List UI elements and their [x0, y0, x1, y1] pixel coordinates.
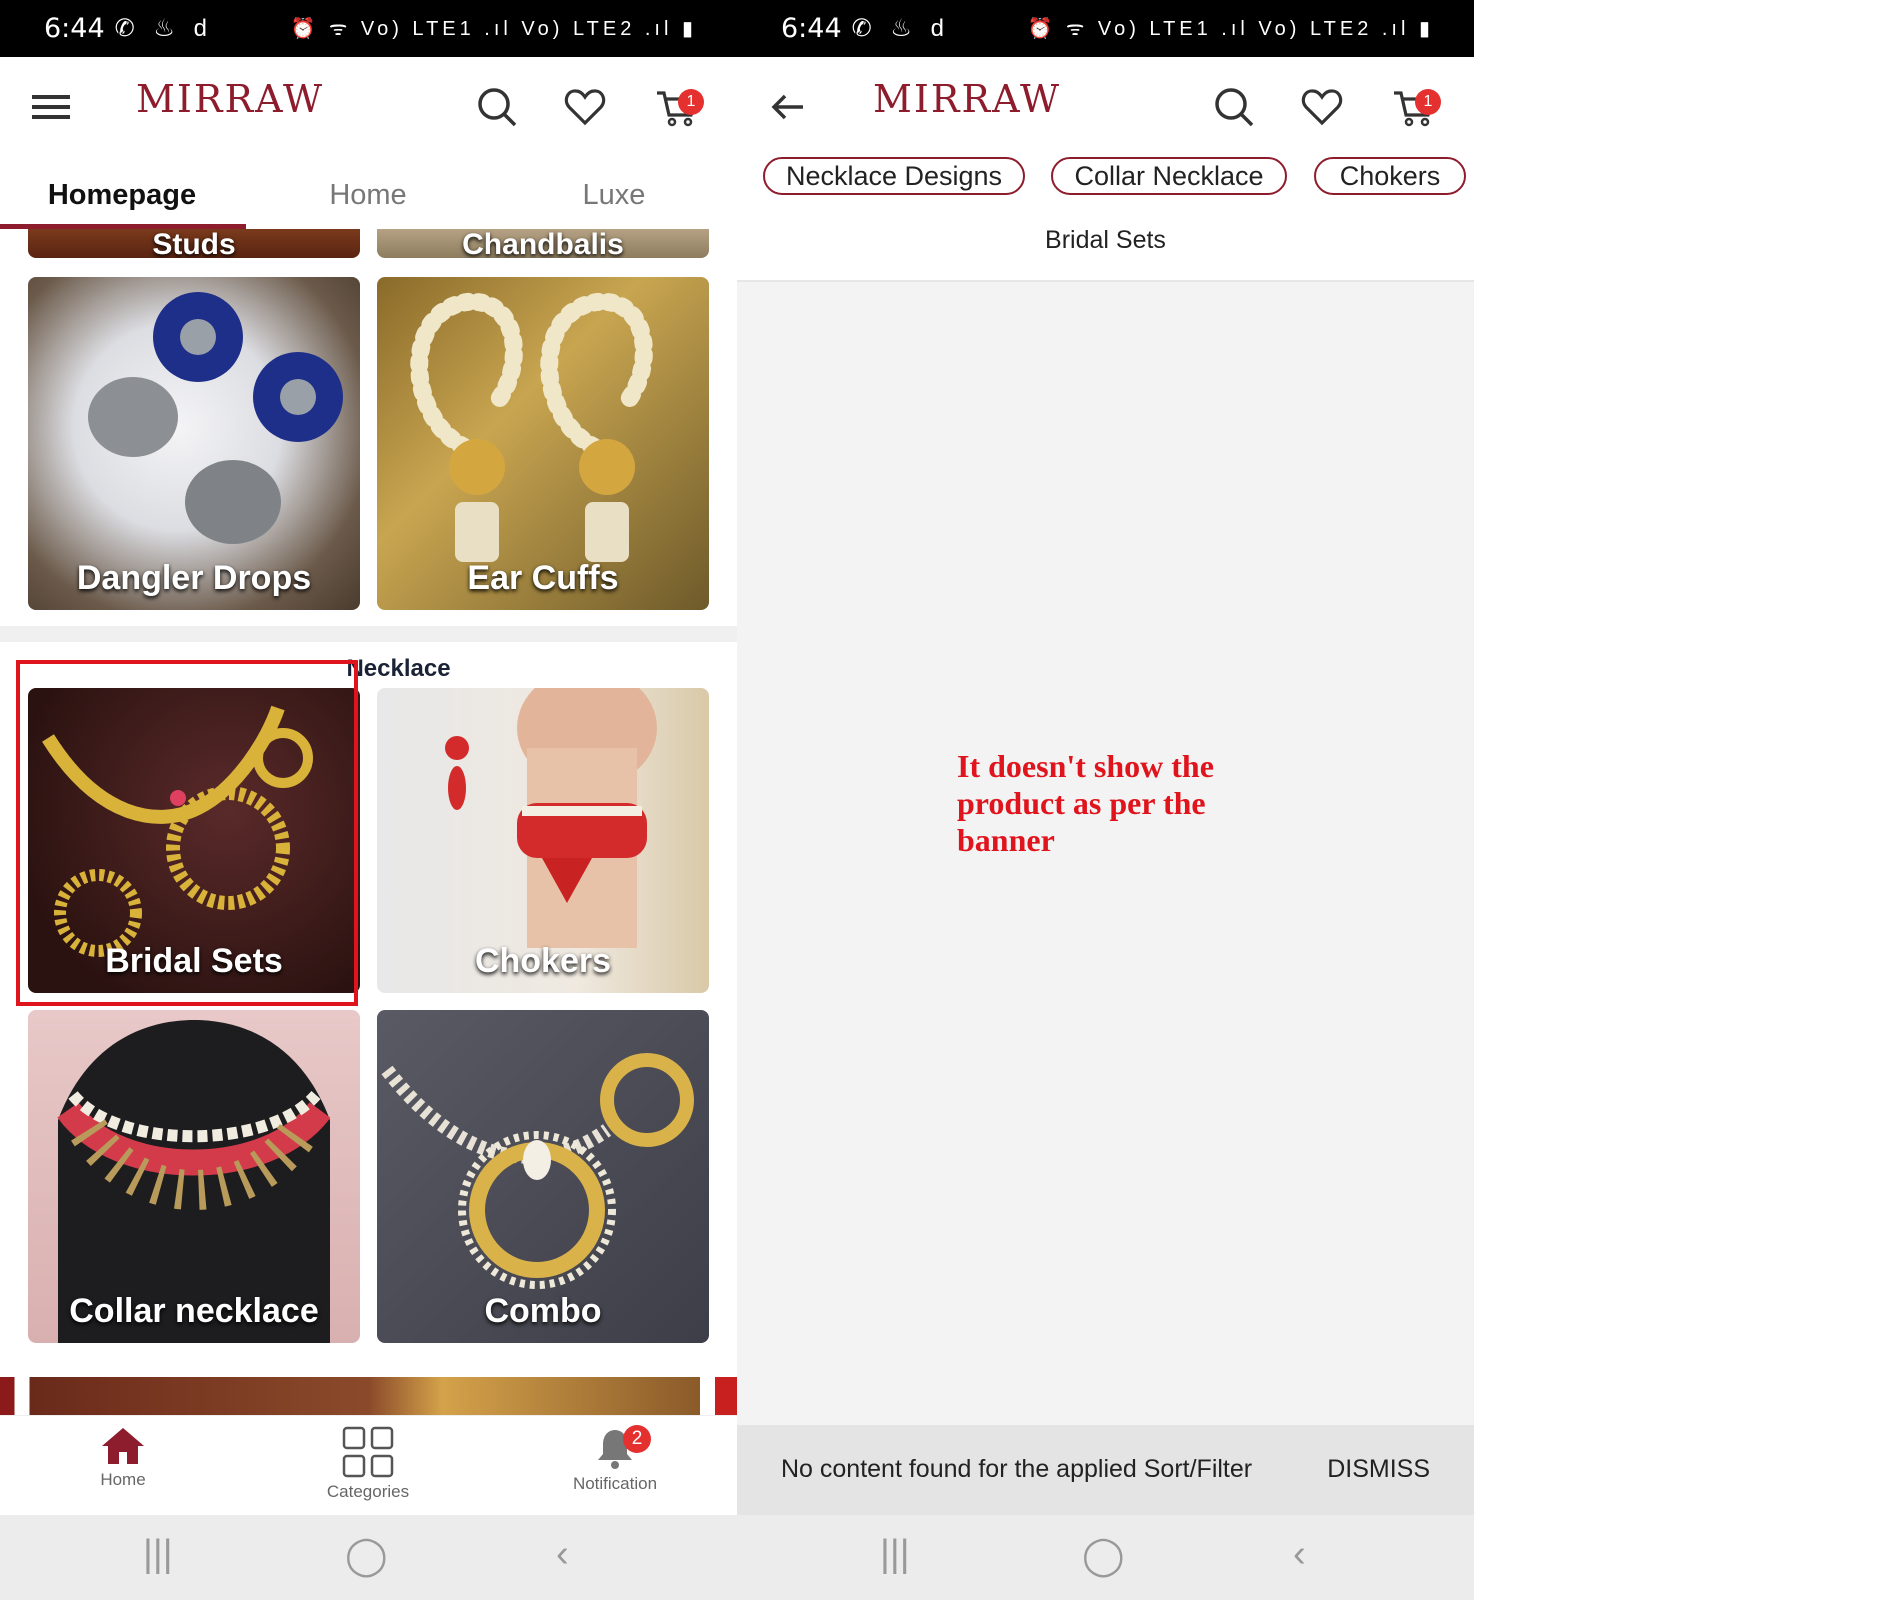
nav-notification-label: Notification	[572, 1474, 658, 1493]
system-back-icon[interactable]: ‹	[556, 1533, 569, 1576]
status-time: 6:44	[44, 13, 105, 44]
notification-count-badge: 2	[623, 1425, 651, 1453]
nav-notification[interactable]: Notification	[555, 1426, 675, 1494]
tile-dangler-drops[interactable]: Dangler Drops	[28, 277, 360, 610]
tab-homepage[interactable]: Homepage	[22, 179, 222, 212]
nav-categories-label: Categories	[326, 1482, 410, 1501]
tile-label: Ear Cuffs	[467, 559, 619, 597]
promo-banner-strip[interactable]	[0, 1377, 737, 1415]
categories-grid-icon	[342, 1426, 394, 1478]
wishlist-heart-icon[interactable]	[1300, 85, 1344, 129]
home-icon	[102, 1428, 144, 1464]
snackbar: No content found for the applied Sort/Fi…	[737, 1425, 1474, 1515]
snackbar-message: No content found for the applied Sort/Fi…	[781, 1455, 1253, 1483]
system-home-icon[interactable]: ◯	[1082, 1533, 1125, 1578]
nav-home-label: Home	[100, 1470, 146, 1489]
tile-chokers[interactable]: Chokers	[377, 688, 709, 993]
category-tabs: Homepage Home Luxe	[0, 157, 737, 229]
system-navigation-bar: ||| ◯ ‹	[0, 1515, 737, 1600]
status-time: 6:44	[781, 13, 842, 44]
nav-home[interactable]: Home	[63, 1426, 183, 1490]
choker-image	[445, 688, 657, 948]
earring-image	[88, 292, 343, 544]
dismiss-button[interactable]: DISMISS	[1327, 1455, 1430, 1484]
tile-label: Combo	[484, 1292, 602, 1330]
recent-apps-icon[interactable]: |||	[143, 1533, 173, 1576]
tile-label: Chandbalis	[462, 229, 624, 258]
search-icon[interactable]	[475, 85, 519, 129]
recent-apps-icon[interactable]: |||	[880, 1533, 910, 1576]
tile-label: Collar necklace	[69, 1292, 319, 1330]
system-back-icon[interactable]: ‹	[1293, 1533, 1306, 1576]
status-left-icons: ✆ ♨ d	[851, 15, 950, 42]
tile-studs[interactable]: Studs	[28, 229, 360, 258]
tile-label: Studs	[152, 229, 236, 258]
tile-ear-cuffs[interactable]: Ear Cuffs	[377, 277, 709, 610]
earring-image	[410, 292, 653, 562]
system-home-icon[interactable]: ◯	[345, 1533, 388, 1578]
status-left-icons: ✆ ♨ d	[114, 15, 213, 42]
tile-chandbalis[interactable]: Chandbalis	[377, 229, 709, 258]
cart-count-badge: 1	[678, 89, 704, 115]
mirraw-logo[interactable]: MIRRAW	[136, 77, 324, 121]
status-bar: 6:44 ✆ ♨ d ⏰ ᯤ Vo) LTE1 .ıl Vo) LTE2 .ıl…	[0, 0, 737, 57]
status-right-icons: ⏰ ᯤ Vo) LTE1 .ıl Vo) LTE2 .ıl ▮	[1027, 18, 1434, 40]
system-navigation-bar: ||| ◯ ‹	[737, 1515, 1474, 1600]
chip-necklace-designs[interactable]: Necklace Designs	[763, 157, 1025, 195]
selected-filter-label[interactable]: Bridal Sets	[737, 226, 1474, 255]
tab-luxe[interactable]: Luxe	[514, 179, 714, 212]
tile-combo[interactable]: Combo	[377, 1010, 709, 1343]
cart-count-badge: 1	[1415, 89, 1441, 115]
nav-categories[interactable]: Categories	[308, 1426, 428, 1502]
bottom-navigation: Home Categories Notification 2	[0, 1415, 737, 1515]
app-header: MIRRAW 1	[0, 57, 737, 157]
search-icon[interactable]	[1212, 85, 1256, 129]
chip-chokers[interactable]: Chokers	[1314, 157, 1466, 195]
app-header: MIRRAW 1	[737, 57, 1474, 157]
tile-collar-necklace[interactable]: Collar necklace	[28, 1010, 360, 1343]
wishlist-heart-icon[interactable]	[563, 85, 607, 129]
menu-icon[interactable]	[30, 85, 74, 129]
highlight-box-bridal-sets	[16, 660, 358, 1006]
annotation-text: It doesn't show the product as per the b…	[957, 748, 1214, 858]
chip-collar-necklace[interactable]: Collar Necklace	[1051, 157, 1287, 195]
tab-home[interactable]: Home	[268, 179, 468, 212]
status-bar: 6:44 ✆ ♨ d ⏰ ᯤ Vo) LTE1 .ıl Vo) LTE2 .ıl…	[737, 0, 1474, 57]
back-arrow-icon[interactable]	[767, 85, 811, 129]
tile-label: Chokers	[474, 942, 612, 980]
section-divider	[0, 626, 737, 642]
status-right-icons: ⏰ ᯤ Vo) LTE1 .ıl Vo) LTE2 .ıl ▮	[290, 18, 697, 40]
mirraw-logo[interactable]: MIRRAW	[873, 77, 1061, 121]
tile-label: Dangler Drops	[76, 559, 312, 597]
